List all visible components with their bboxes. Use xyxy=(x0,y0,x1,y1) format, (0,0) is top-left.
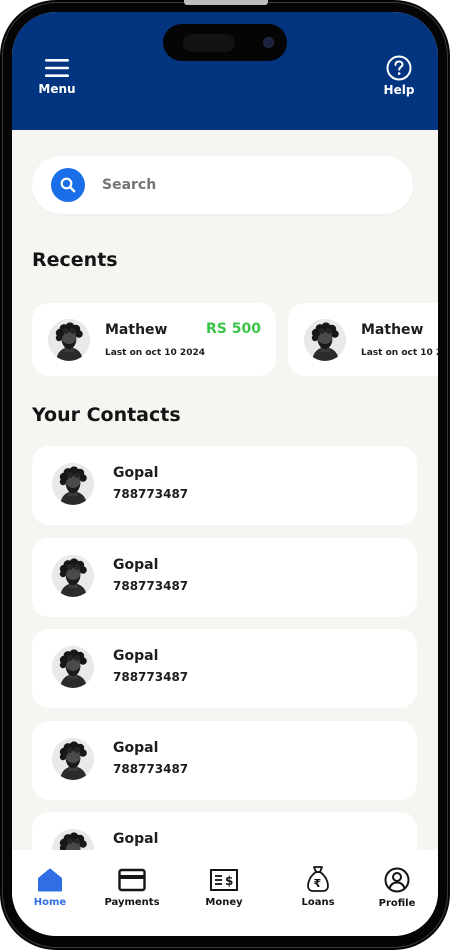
phone-frame: Menu Help Search Recents Mathew RS 500 L… xyxy=(0,0,450,950)
nav-money[interactable]: $ Money xyxy=(184,868,264,908)
contact-name: Gopal xyxy=(113,465,159,481)
contact-name: Gopal xyxy=(113,740,159,756)
avatar xyxy=(52,738,94,780)
nav-home-label: Home xyxy=(33,897,67,908)
avatar xyxy=(304,319,346,361)
nav-payments-label: Payments xyxy=(104,897,160,908)
help-label: Help xyxy=(383,83,415,97)
avatar xyxy=(52,555,94,597)
menu-button[interactable]: Menu xyxy=(22,58,92,96)
phone-top-button xyxy=(184,0,268,5)
nav-loans[interactable]: ₹ Loans xyxy=(278,866,358,908)
money-bag-icon: ₹ xyxy=(278,866,358,892)
nav-profile-label: Profile xyxy=(378,898,416,909)
contacts-heading: Your Contacts xyxy=(32,404,181,426)
bottom-nav: Home Payments $ Money ₹ Loans Profile xyxy=(12,850,438,936)
contact-phone: 788773487 xyxy=(113,579,189,593)
recent-amount: RS 500 xyxy=(206,321,261,337)
nav-payments[interactable]: Payments xyxy=(92,868,172,908)
contact-name: Gopal xyxy=(113,648,159,664)
contact-card[interactable]: Gopal 788773487 xyxy=(32,446,417,525)
svg-text:$: $ xyxy=(225,874,233,888)
nav-loans-label: Loans xyxy=(301,897,335,908)
avatar xyxy=(48,319,90,361)
contact-phone: 788773487 xyxy=(113,670,189,684)
avatar xyxy=(52,646,94,688)
app-screen: Menu Help Search Recents Mathew RS 500 L… xyxy=(12,12,438,936)
contact-phone: 788773487 xyxy=(113,487,189,501)
recent-card[interactable]: Mathew Last on oct 10 2024 xyxy=(288,303,438,376)
nav-home[interactable]: Home xyxy=(12,868,90,908)
card-icon xyxy=(92,868,172,892)
menu-label: Menu xyxy=(38,82,76,96)
island-sensor xyxy=(183,34,235,52)
recent-last-date: Last on oct 10 2024 xyxy=(105,348,205,358)
hamburger-icon xyxy=(22,58,92,78)
recent-name: Mathew xyxy=(105,322,168,338)
app-header: Menu Help xyxy=(12,12,438,130)
contact-card[interactable]: Gopal 788773487 xyxy=(32,629,417,708)
search-icon xyxy=(51,168,85,202)
search-input[interactable] xyxy=(102,156,382,214)
contact-name: Gopal xyxy=(113,831,159,847)
dynamic-island xyxy=(163,24,287,61)
front-camera xyxy=(263,37,274,48)
recent-name: Mathew xyxy=(361,322,424,338)
home-icon xyxy=(12,868,90,892)
contact-phone: 788773487 xyxy=(113,762,189,776)
help-icon xyxy=(364,55,434,81)
nav-money-label: Money xyxy=(205,897,243,908)
contact-name: Gopal xyxy=(113,557,159,573)
search-bar[interactable] xyxy=(32,156,413,214)
contact-card[interactable]: Gopal 788773487 xyxy=(32,721,417,800)
money-icon: $ xyxy=(184,868,264,892)
avatar xyxy=(52,463,94,505)
recent-card[interactable]: Mathew RS 500 Last on oct 10 2024 xyxy=(32,303,276,376)
svg-text:₹: ₹ xyxy=(314,877,322,890)
profile-icon xyxy=(357,867,437,893)
help-button[interactable]: Help xyxy=(364,55,434,97)
contact-card[interactable]: Gopal 788773487 xyxy=(32,538,417,617)
nav-profile[interactable]: Profile xyxy=(357,867,437,909)
recent-last-date: Last on oct 10 2024 xyxy=(361,348,438,358)
recents-heading: Recents xyxy=(32,249,118,271)
